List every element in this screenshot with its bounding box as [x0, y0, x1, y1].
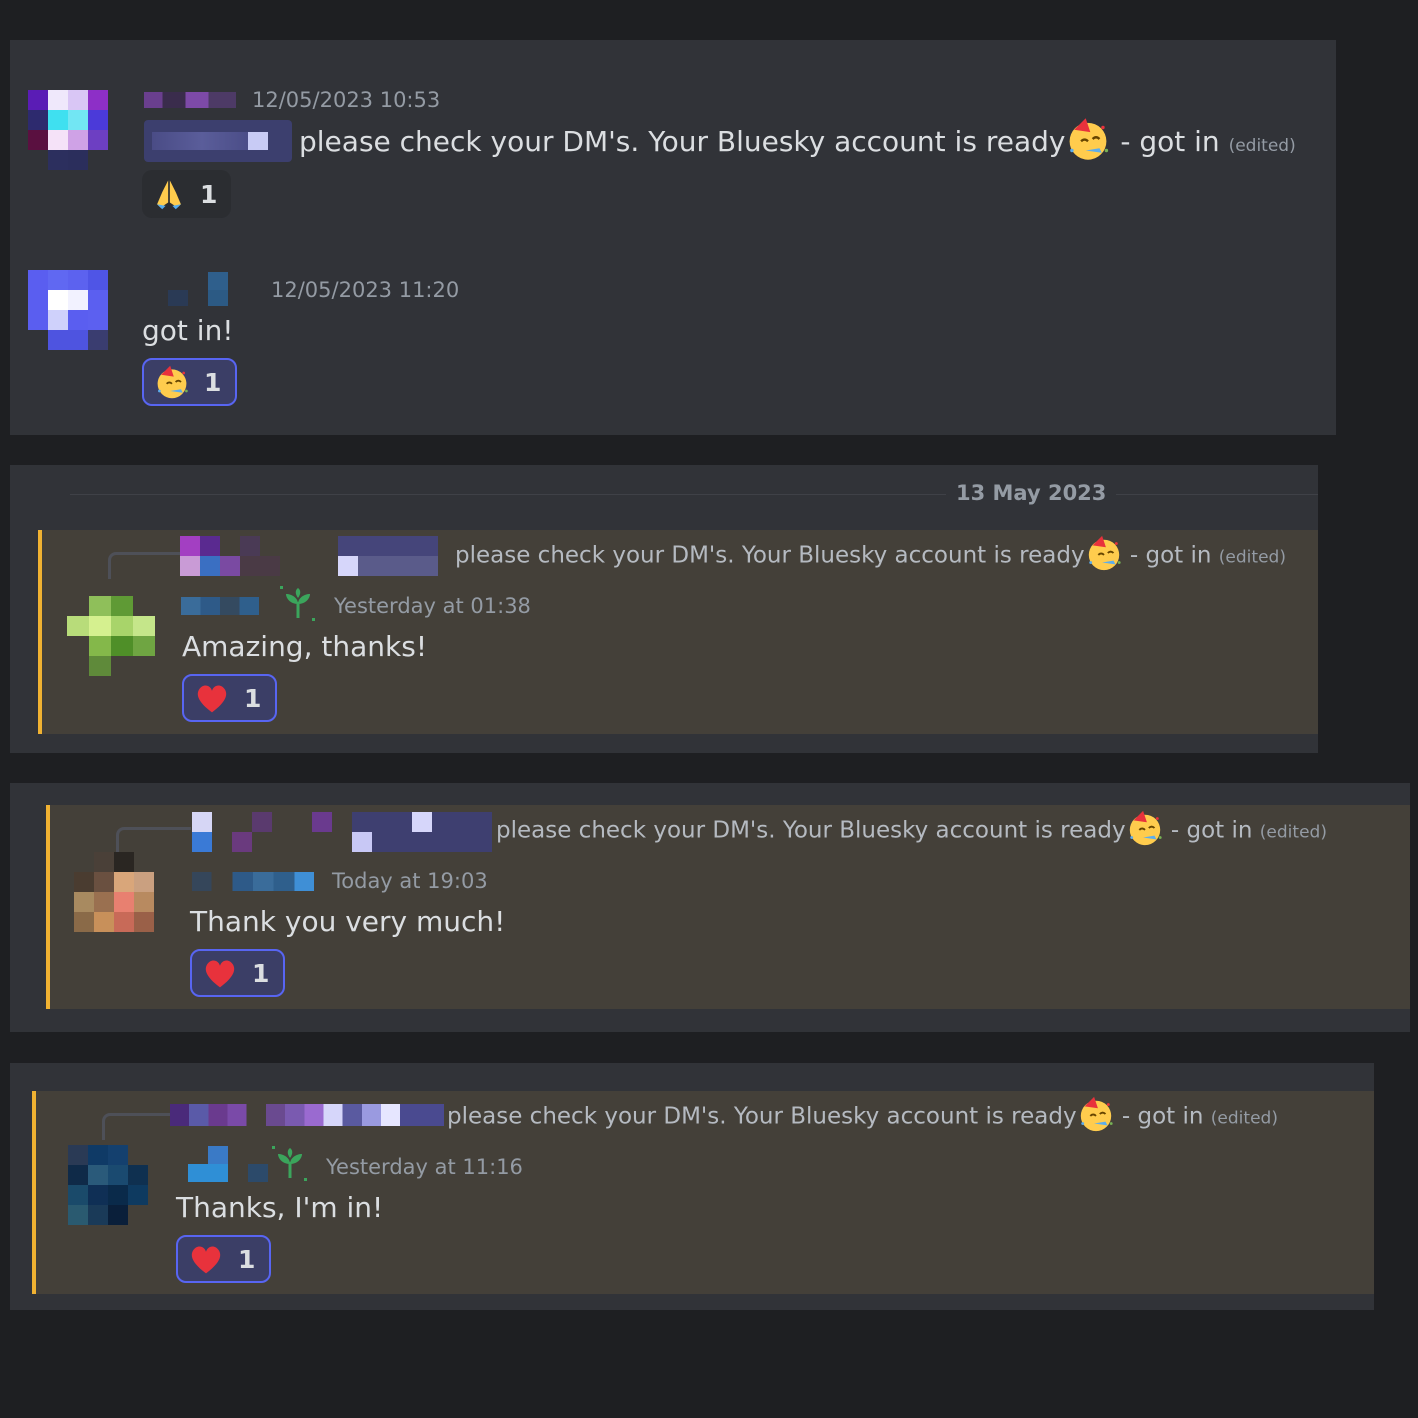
avatar[interactable] — [28, 270, 108, 350]
heart-icon — [194, 680, 230, 716]
replied-username-redacted[interactable] — [192, 812, 492, 852]
reaction-count: 1 — [252, 958, 270, 988]
username-redacted[interactable] — [188, 1146, 270, 1182]
replied-username-redacted[interactable] — [180, 536, 440, 576]
reaction-party-face[interactable]: 1 — [142, 358, 238, 406]
username-redacted[interactable] — [181, 597, 259, 615]
username-redacted[interactable] — [144, 92, 236, 108]
replied-message-preview[interactable]: please check your DM's. Your Bluesky acc… — [496, 815, 1327, 847]
avatar[interactable] — [74, 852, 154, 932]
reaction-count: 1 — [244, 683, 262, 713]
reply-spine — [102, 1113, 171, 1140]
reply-spine — [116, 827, 191, 854]
reply-spine — [108, 552, 181, 579]
party-face-icon — [1077, 1095, 1115, 1133]
party-face-icon — [1085, 534, 1123, 572]
replied-username-redacted[interactable] — [170, 1104, 444, 1126]
avatar[interactable] — [67, 596, 155, 676]
sprout-icon — [270, 1144, 310, 1184]
replied-message-preview[interactable]: please check your DM's. Your Bluesky acc… — [455, 540, 1286, 572]
heart-icon — [188, 1241, 224, 1277]
timestamp: Yesterday at 01:38 — [334, 594, 531, 618]
timestamp: Yesterday at 11:16 — [326, 1155, 523, 1179]
reaction-heart[interactable]: 1 — [190, 949, 286, 997]
mention-redacted[interactable] — [144, 120, 292, 162]
party-face-icon — [1065, 116, 1111, 162]
reaction-count: 1 — [200, 179, 218, 209]
sprout-icon — [278, 584, 318, 624]
party-face-icon — [1126, 809, 1164, 847]
edited-label: (edited) — [1210, 1108, 1278, 1129]
reaction-heart[interactable]: 1 — [182, 674, 278, 722]
party-face-icon — [154, 364, 190, 400]
date-divider: 13 May 2023 — [946, 481, 1117, 505]
reaction-count: 1 — [238, 1244, 256, 1274]
timestamp: Today at 19:03 — [332, 869, 488, 893]
reaction-heart[interactable]: 1 — [176, 1235, 272, 1283]
folded-hands-icon — [152, 177, 186, 211]
reaction-count: 1 — [204, 367, 222, 397]
avatar[interactable] — [28, 90, 108, 170]
heart-icon — [202, 955, 238, 991]
message-text: Amazing, thanks! — [182, 630, 428, 663]
message-text: got in! — [142, 314, 234, 347]
timestamp: 12/05/2023 10:53 — [252, 88, 441, 112]
timestamp: 12/05/2023 11:20 — [271, 278, 460, 302]
edited-label: (edited) — [1259, 822, 1327, 843]
edited-label: (edited) — [1218, 547, 1286, 568]
message-text: Thank you very much! — [190, 905, 506, 938]
replied-message-preview[interactable]: please check your DM's. Your Bluesky acc… — [447, 1101, 1278, 1133]
edited-label: (edited) — [1228, 136, 1296, 156]
avatar[interactable] — [68, 1145, 148, 1225]
username-redacted[interactable] — [168, 272, 228, 306]
message-text: Thanks, I'm in! — [176, 1191, 384, 1224]
date-divider-line — [70, 494, 1318, 495]
username-redacted[interactable] — [192, 872, 314, 891]
message-text: please check your DM's. Your Bluesky acc… — [299, 124, 1296, 162]
reaction-folded-hands[interactable]: 1 — [142, 170, 232, 218]
